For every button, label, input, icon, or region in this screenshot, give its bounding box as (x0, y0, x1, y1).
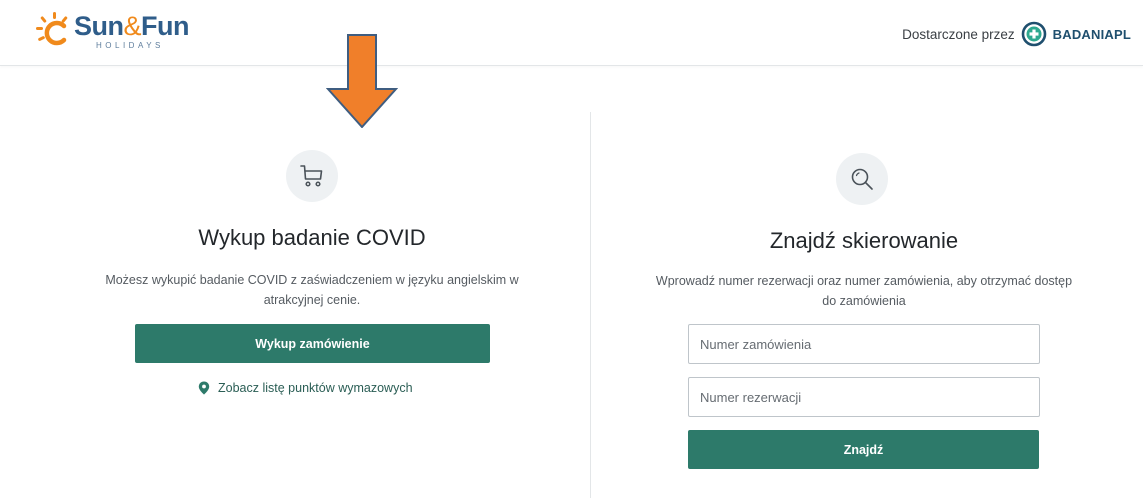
order-number-input[interactable] (688, 324, 1040, 364)
logo-subtitle: HOLIDAYS (96, 41, 164, 50)
find-title: Znajdź skierowanie (769, 228, 959, 253)
annotation-arrow-icon (326, 34, 398, 128)
reservation-number-input[interactable] (688, 377, 1040, 417)
swab-points-link[interactable]: Zobacz listę punktów wymazowych (198, 381, 413, 395)
cart-icon-badge (286, 150, 338, 202)
sunfun-logo[interactable]: Sun&Fun HOLIDAYS (34, 10, 204, 50)
find-button[interactable]: Znajdź (688, 430, 1039, 469)
header: Sun&Fun HOLIDAYS Dostarczone przez BADAN… (0, 0, 1143, 66)
search-icon-badge (836, 153, 888, 205)
purchase-title: Wykup badanie COVID (198, 225, 426, 250)
provider-label: Dostarczone przez (902, 26, 1015, 42)
plus-circle-icon (1021, 21, 1046, 47)
provider-badge[interactable]: Dostarczone przez BADANIAPL (902, 20, 1131, 48)
shopping-cart-icon (300, 165, 323, 187)
location-pin-icon (198, 381, 210, 395)
logo-wordmark: Sun&Fun (74, 11, 189, 41)
sun-logo-icon (36, 12, 68, 46)
swab-points-link-label: Zobacz listę punktów wymazowych (218, 381, 413, 395)
provider-name: BADANIAPL (1052, 26, 1131, 42)
buy-order-button[interactable]: Wykup zamówienie (135, 324, 490, 363)
page: Sun&Fun HOLIDAYS Dostarczone przez BADAN… (0, 0, 1143, 498)
column-divider (590, 112, 591, 498)
search-icon (851, 168, 873, 190)
purchase-description: Możesz wykupić badanie COVID z zaświadcz… (105, 273, 519, 307)
find-description: Wprowadź numer rezerwacji oraz numer zam… (655, 274, 1073, 308)
